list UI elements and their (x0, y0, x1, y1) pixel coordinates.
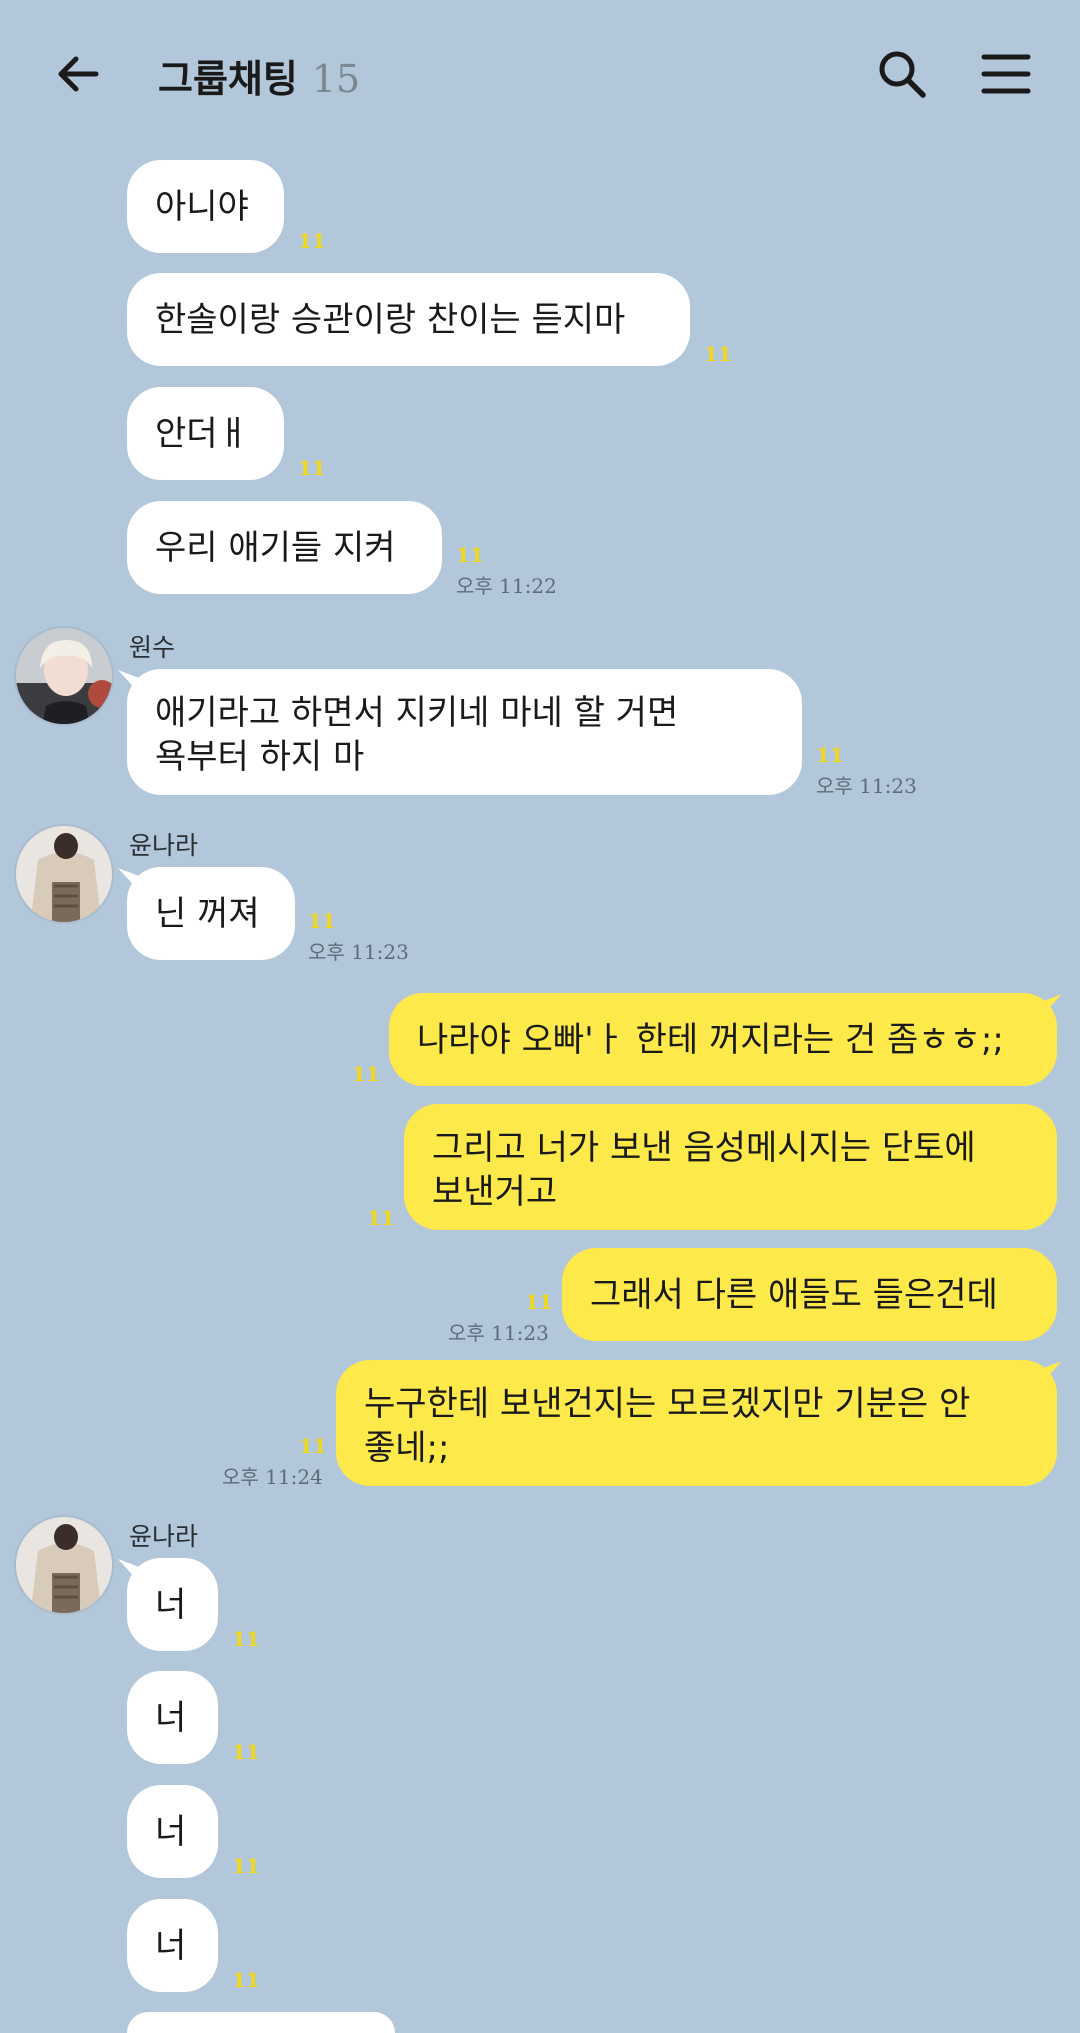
unread-count: 11 (232, 1627, 260, 1651)
unread-count: 11 (232, 1968, 260, 1992)
message-text: 너 (155, 1697, 187, 1738)
message-text: 닌 꺼져 (155, 893, 260, 934)
unread-count: 11 (704, 342, 732, 366)
message-text-line: 그리고 너가 보낸 음성메시지는 단토에 (432, 1128, 976, 1168)
chat-header: 그룹채팅 15 (0, 0, 1080, 150)
message-bubble[interactable]: 너 (127, 1671, 218, 1764)
unread-count: 11 (308, 909, 336, 933)
unread-count: 11 (816, 743, 844, 767)
message-text: 나라야 오빠'ㅏ 한테 꺼지라는 건 좀ㅎㅎ;; (417, 1019, 1004, 1060)
unread-count: 11 (525, 1290, 553, 1314)
message-bubble[interactable]: 안더ㅐ (127, 387, 284, 480)
message-text: 그래서 다른 애들도 들은건데 (590, 1274, 998, 1315)
menu-button[interactable] (976, 44, 1036, 104)
message-bubble-partial[interactable] (127, 2012, 395, 2033)
avatar[interactable] (14, 1515, 114, 1615)
unread-count: 11 (367, 1206, 395, 1230)
unread-count: 11 (232, 1740, 260, 1764)
message-text-line: 욕부터 하지 마 (155, 737, 365, 777)
message-bubble[interactable]: 그리고 너가 보낸 음성메시지는 단토에 보낸거고 (404, 1104, 1057, 1230)
message-text-line: 좋네;; (364, 1428, 450, 1468)
message-text: 아니야 (155, 186, 249, 227)
unread-count: 11 (298, 229, 326, 253)
message-text: 안더ㅐ (155, 413, 249, 454)
user-photo-icon (16, 1517, 112, 1613)
hamburger-menu-icon (981, 54, 1031, 94)
message-text-line: 애기라고 하면서 지키네 마네 할 거면 (155, 693, 679, 733)
message-text: 너 (155, 1584, 187, 1625)
arrow-left-icon (58, 56, 99, 92)
message-bubble[interactable]: 너 (127, 1899, 218, 1992)
sender-name: 윤나라 (129, 831, 199, 860)
avatar[interactable] (14, 824, 114, 924)
message-bubble[interactable]: 나라야 오빠'ㅏ 한테 꺼지라는 건 좀ㅎㅎ;; (389, 993, 1057, 1086)
unread-count: 11 (299, 1434, 327, 1458)
unread-count: 11 (298, 456, 326, 480)
message-bubble[interactable]: 그래서 다른 애들도 들은건데 (562, 1248, 1057, 1341)
chat-room-title: 그룹채팅 (158, 57, 298, 101)
message-text: 너 (155, 1811, 187, 1852)
message-bubble[interactable]: 닌 꺼져 (127, 867, 295, 960)
chat-title-area: 그룹채팅 15 (158, 48, 360, 104)
message-bubble[interactable]: 너 (127, 1785, 218, 1878)
message-bubble[interactable]: 아니야 (127, 160, 284, 253)
member-count: 15 (311, 57, 361, 101)
sender-name: 원수 (129, 633, 176, 662)
unread-count: 11 (352, 1062, 380, 1086)
sender-name: 윤나라 (129, 1522, 199, 1551)
message-time: 오후 11:23 (816, 774, 917, 798)
message-time: 오후 11:23 (448, 1321, 549, 1345)
search-icon (879, 51, 926, 98)
message-text: 너 (155, 1925, 187, 1966)
message-bubble[interactable]: 너 (127, 1558, 218, 1651)
message-time: 오후 11:23 (308, 940, 409, 964)
avatar[interactable] (14, 626, 114, 726)
search-button[interactable] (872, 44, 932, 104)
message-text-line: 보낸거고 (432, 1172, 558, 1212)
message-bubble[interactable]: 우리 애기들 지켜 (127, 501, 442, 594)
message-bubble[interactable]: 누구한테 보낸건지는 모르겠지만 기분은 안 좋네;; (336, 1360, 1057, 1486)
message-text-line: 누구한테 보낸건지는 모르겠지만 기분은 안 (364, 1384, 971, 1424)
message-bubble[interactable]: 한솔이랑 승관이랑 찬이는 듣지마 (127, 273, 690, 366)
message-time: 오후 11:24 (222, 1465, 323, 1489)
unread-count: 11 (456, 543, 484, 567)
unread-count: 11 (232, 1854, 260, 1878)
message-bubble[interactable]: 애기라고 하면서 지키네 마네 할 거면 욕부터 하지 마 (127, 669, 802, 795)
message-text: 우리 애기들 지켜 (155, 527, 396, 568)
message-time: 오후 11:22 (456, 574, 557, 598)
user-photo-icon (16, 628, 112, 724)
back-button[interactable] (48, 44, 108, 104)
user-photo-icon (16, 826, 112, 922)
message-text: 한솔이랑 승관이랑 찬이는 듣지마 (155, 299, 626, 340)
chat-screen: 그룹채팅 15 아니야 11 한솔이랑 승관이랑 찬이는 듣지마 11 안더ㅐ … (0, 0, 1080, 2033)
